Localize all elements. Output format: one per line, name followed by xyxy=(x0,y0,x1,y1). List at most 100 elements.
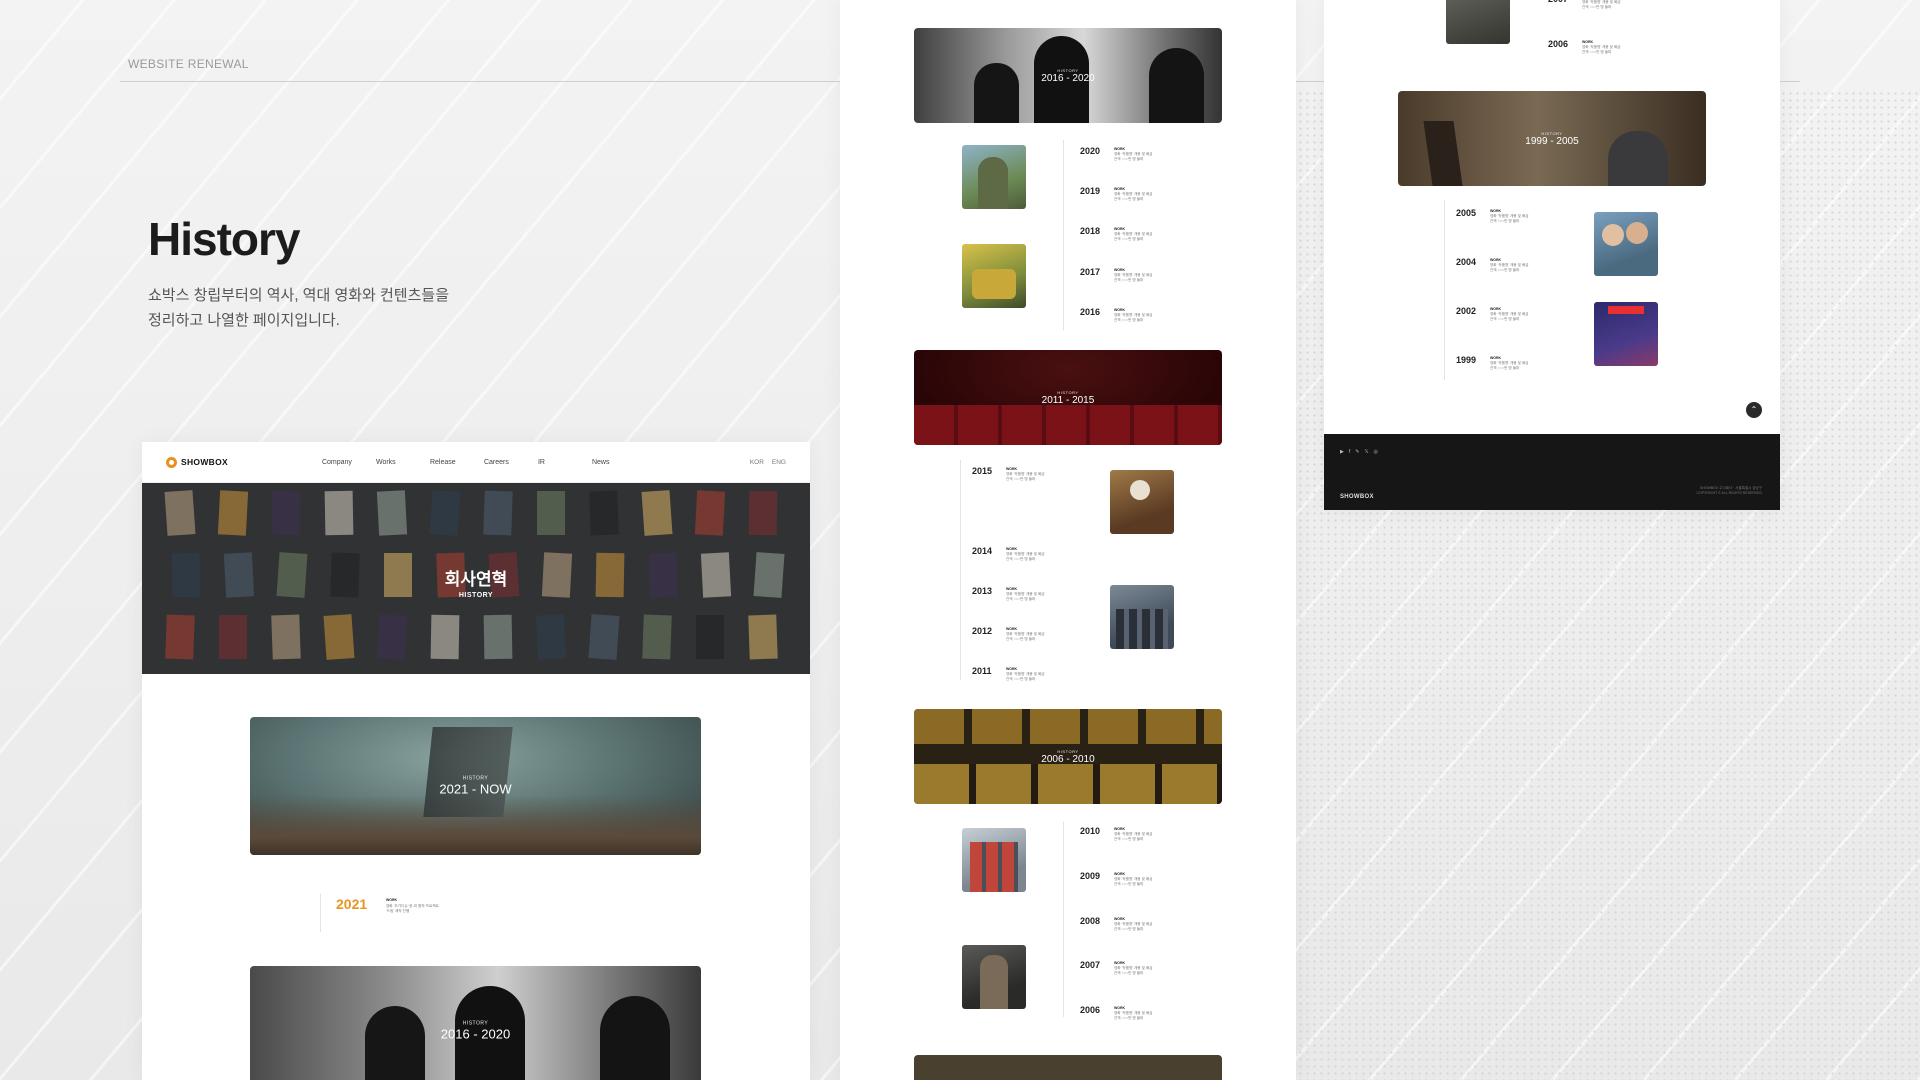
entry-text: 영화 ‘작품명’ 개봉 및 배급 관객 ○○○만 명 돌파 xyxy=(1006,552,1045,561)
entry-tag: WORK xyxy=(1114,827,1126,831)
era-banner-2021[interactable]: HISTORY 2021 - NOW xyxy=(250,717,701,855)
movie-thumbnail[interactable] xyxy=(962,828,1026,892)
movie-thumbnail[interactable] xyxy=(1446,0,1510,44)
era-banner-next[interactable] xyxy=(914,1055,1222,1080)
entry-text: 영화 ‘작품명’ 개봉 및 배급 관객 ○○○만 명 돌파 xyxy=(1490,263,1529,272)
entry-tag: WORK xyxy=(1114,147,1126,151)
lang-kor[interactable]: KOR xyxy=(750,459,764,466)
era-tag: HISTORY xyxy=(1057,389,1079,395)
nav-release[interactable]: Release xyxy=(430,459,484,466)
year-label: 2007 xyxy=(1080,960,1101,970)
instagram-icon[interactable]: ◎ xyxy=(1373,449,1377,455)
era-range: 1999 - 2005 xyxy=(1525,135,1579,147)
footer-logo[interactable]: SHOWBOX xyxy=(1340,494,1374,500)
site-navbar: SHOWBOX Company Works Release Careers IR… xyxy=(142,442,810,483)
movie-thumbnail[interactable] xyxy=(962,244,1026,308)
movie-thumbnail[interactable] xyxy=(1594,302,1658,366)
nav-careers[interactable]: Careers xyxy=(484,459,538,466)
entry-text: 영화 ‘모가디슈’ 한-미 합작 프로젝트 ‘드림’ 제작 진행 xyxy=(386,904,439,913)
entry-tag: WORK xyxy=(1114,961,1126,965)
entry-tag: WORK xyxy=(1114,308,1126,312)
entry-text: 영화 ‘작품명’ 개봉 및 배급 관객 ○○○만 명 돌파 xyxy=(1114,313,1153,322)
movie-thumbnail[interactable] xyxy=(1110,585,1174,649)
entry-text: 영화 ‘작품명’ 개봉 및 배급 관객 ○○○만 명 돌파 xyxy=(1006,632,1045,641)
nav-works[interactable]: Works xyxy=(376,459,430,466)
timeline-line xyxy=(960,460,961,680)
entry-tag: WORK xyxy=(1490,356,1502,360)
movie-thumbnail[interactable] xyxy=(1594,212,1658,276)
movie-thumbnail[interactable] xyxy=(1110,470,1174,534)
mockup-panel-timeline: HISTORY 2016 - 2020 HISTORY 2011 - 2015 HI… xyxy=(840,0,1296,1080)
entry-text: 영화 ‘작품명’ 개봉 및 배급 관객 ○○○만 명 돌파 xyxy=(1114,877,1153,886)
entry-tag: WORK xyxy=(1114,187,1126,191)
timeline-line xyxy=(320,894,321,932)
showbox-logo-icon xyxy=(166,456,177,468)
scroll-top-button[interactable]: ⌃ xyxy=(1746,402,1762,418)
header-label: WEBSITE RENEWAL xyxy=(128,57,249,71)
entry-text: 영화 ‘작품명’ 개봉 및 배급 관객 ○○○만 명 돌파 xyxy=(1114,192,1153,201)
entry-tag: WORK xyxy=(1114,227,1126,231)
era-tag: HISTORY xyxy=(1057,67,1079,73)
era-range: 2011 - 2015 xyxy=(1041,394,1095,406)
site-logo[interactable]: SHOWBOX xyxy=(166,456,228,468)
entry-text: 영화 ‘작품명’ 개봉 및 배급 관객 ○○○만 명 돌파 xyxy=(1006,472,1045,481)
era-range: 2021 - NOW xyxy=(439,781,512,797)
entry-tag: WORK xyxy=(1490,258,1502,262)
nav-company[interactable]: Company xyxy=(322,459,376,466)
lang-eng[interactable]: ENG xyxy=(772,459,786,466)
social-links: ▶ f ✎ 𝕏 ◎ xyxy=(1340,449,1378,455)
era-banner-2016-2020[interactable]: HISTORY 2016 - 2020 xyxy=(914,28,1222,123)
entry-tag: WORK xyxy=(1114,268,1126,272)
entry-tag: WORK xyxy=(1114,872,1126,876)
year-label: 2008 xyxy=(1080,916,1101,926)
entry-text: 영화 ‘작품명’ 개봉 및 배급 관객 ○○○만 명 돌파 xyxy=(1114,922,1153,931)
year-label: 2005 xyxy=(1456,208,1477,218)
entry-text: 영화 ‘작품명’ 개봉 및 배급 관객 ○○○만 명 돌파 xyxy=(1490,361,1529,370)
era-tag: HISTORY xyxy=(1057,748,1079,754)
year-label: 2013 xyxy=(972,586,993,596)
youtube-icon[interactable]: ▶ xyxy=(1340,449,1344,455)
era-range: 2006 - 2010 xyxy=(1041,753,1095,765)
facebook-icon[interactable]: f xyxy=(1349,449,1350,455)
nav-ir[interactable]: IR xyxy=(538,459,592,466)
entry-text: 영화 ‘작품명’ 개봉 및 배급 관객 ○○○만 명 돌파 xyxy=(1114,152,1153,161)
era-tag: HISTORY xyxy=(462,775,489,782)
year-label: 2018 xyxy=(1080,226,1101,236)
year-2021: 2021 xyxy=(336,896,368,912)
year-label: 2007 xyxy=(1548,0,1568,4)
nav-links: Company Works Release Careers IR News xyxy=(322,459,646,466)
year-label: 2006 xyxy=(1548,39,1569,49)
entry-text: 영화 ‘작품명’ 개봉 및 배급 관객 ○○○만 명 돌파 xyxy=(1582,45,1621,54)
movie-thumbnail[interactable] xyxy=(962,945,1026,1009)
era-banner-1999-2005[interactable]: HISTORY 1999 - 2005 xyxy=(1398,91,1706,186)
year-label: 2002 xyxy=(1456,306,1477,316)
language-switch: KOR ENG xyxy=(750,459,786,466)
logo-text: SHOWBOX xyxy=(181,457,228,467)
era-banner-2006-2010[interactable]: HISTORY 2006 - 2010 xyxy=(914,709,1222,804)
entry-text: 영화 ‘작품명’ 개봉 및 배급 관객 ○○○만 명 돌파 xyxy=(1114,832,1153,841)
entry-tag: WORK xyxy=(1490,209,1502,213)
entry-text: 영화 ‘작품명’ 개봉 및 배급 관객 ○○○만 명 돌파 xyxy=(1114,1011,1153,1020)
nav-news[interactable]: News xyxy=(592,459,646,466)
page-description: 쇼박스 창립부터의 역사, 역대 영화와 컨텐츠들을 정리하고 나열한 페이지입… xyxy=(148,287,450,329)
x-icon[interactable]: 𝕏 xyxy=(1364,449,1368,455)
year-label: 2016 xyxy=(1080,307,1101,317)
era-banner-2011-2015[interactable]: HISTORY 2011 - 2015 xyxy=(914,350,1222,445)
entry-text: 영화 ‘작품명’ 개봉 및 배급 관객 ○○○만 명 돌파 xyxy=(1490,312,1529,321)
entry-tag: WORK xyxy=(1006,667,1018,671)
entry-tag: WORK xyxy=(386,898,398,902)
footer-copyright: SHOWBOX 주식회사 · 서울특별시 강남구 COPYRIGHT © ALL… xyxy=(1696,486,1762,495)
entry-text: 영화 ‘작품명’ 개봉 및 배급 관객 ○○○만 명 돌파 xyxy=(1006,592,1045,601)
banner-title: 회사연혁 xyxy=(444,570,508,589)
era-banner-2016[interactable]: HISTORY 2016 - 2020 xyxy=(250,966,701,1080)
banner-caption: 회사연혁 HISTORY xyxy=(142,565,810,599)
entry-tag: WORK xyxy=(1490,307,1502,311)
entry-text: 영화 ‘작품명’ 개봉 및 배급 관객 ○○○만 명 돌파 xyxy=(1114,232,1153,241)
timeline-line xyxy=(1063,140,1064,330)
movie-thumbnail[interactable] xyxy=(962,145,1026,209)
entry-text: 영화 ‘작품명’ 개봉 및 배급 관객 ○○○만 명 돌파 xyxy=(1114,966,1153,975)
era-range: 2016 - 2020 xyxy=(440,1026,511,1042)
entry-text: 영화 ‘작품명’ 개봉 및 배급 관객 ○○○만 명 돌파 xyxy=(1006,672,1045,681)
era-tag: HISTORY xyxy=(462,1020,489,1027)
blog-icon[interactable]: ✎ xyxy=(1355,449,1359,455)
